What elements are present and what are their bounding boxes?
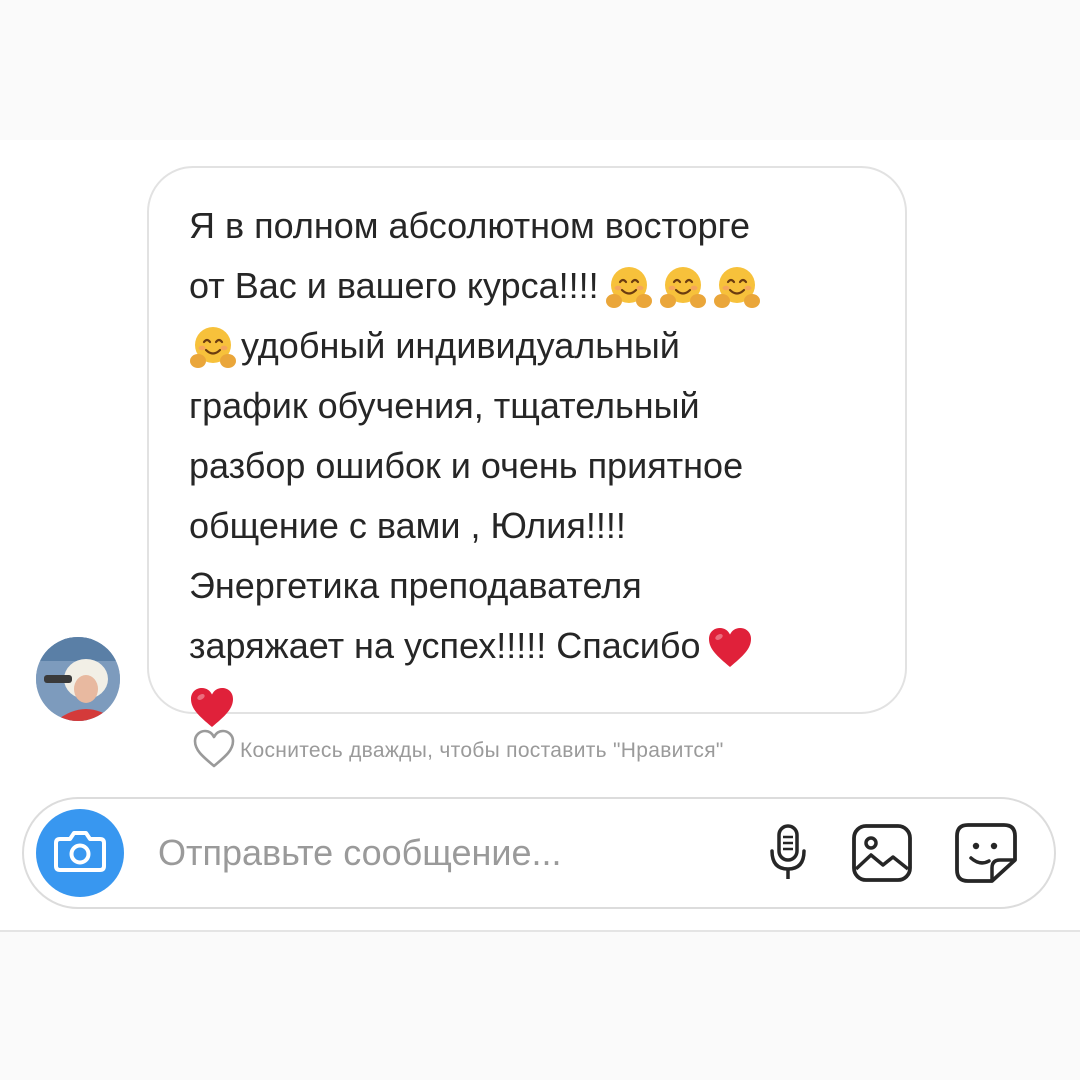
message-line: общение с вами , Юлия!!!! bbox=[189, 496, 873, 556]
message-bubble[interactable]: Я в полном абсолютном восторге от Вас и в… bbox=[147, 166, 907, 728]
message-text: удобный индивидуальный bbox=[241, 325, 680, 366]
heart-outline-icon bbox=[192, 729, 236, 774]
message-input[interactable] bbox=[158, 823, 718, 883]
hugging-face-emoji-icon bbox=[659, 265, 707, 311]
camera-button[interactable] bbox=[36, 809, 124, 897]
avatar-image bbox=[36, 637, 120, 721]
sender-avatar[interactable] bbox=[36, 637, 120, 721]
message-line: заряжает на успех!!!!! Спасибо bbox=[189, 616, 873, 676]
hugging-face-emoji-icon bbox=[605, 265, 653, 311]
gallery-icon bbox=[851, 823, 913, 888]
gallery-button[interactable] bbox=[848, 821, 916, 889]
message-line: удобный индивидуальный bbox=[189, 316, 873, 376]
message-text: от Вас и вашего курса!!!! bbox=[189, 265, 599, 306]
red-heart-emoji-icon bbox=[189, 687, 235, 729]
message-text: заряжает на успех!!!!! Спасибо bbox=[189, 625, 701, 666]
message-line: разбор ошибок и очень приятное bbox=[189, 436, 873, 496]
voice-message-button[interactable] bbox=[754, 821, 822, 889]
message-text: график обучения, тщательный bbox=[189, 385, 700, 426]
double-tap-like-hint[interactable]: Коснитесь дважды, чтобы поставить "Нрави… bbox=[192, 729, 724, 774]
message-text: разбор ошибок и очень приятное bbox=[189, 445, 744, 486]
message-line bbox=[189, 676, 873, 736]
message-line: график обучения, тщательный bbox=[189, 376, 873, 436]
red-heart-emoji-icon bbox=[707, 627, 753, 669]
hugging-face-emoji-icon bbox=[713, 265, 761, 311]
sticker-button[interactable] bbox=[952, 821, 1020, 889]
sticker-icon bbox=[954, 822, 1018, 889]
message-line: Я в полном абсолютном восторге bbox=[189, 196, 873, 256]
message-text: Энергетика преподавателя bbox=[189, 565, 642, 606]
message-line: от Вас и вашего курса!!!! bbox=[189, 256, 873, 316]
message-line: Энергетика преподавателя bbox=[189, 556, 873, 616]
hugging-face-emoji-icon bbox=[189, 325, 237, 371]
message-composer bbox=[22, 797, 1056, 909]
divider bbox=[0, 930, 1080, 932]
microphone-icon bbox=[768, 823, 808, 888]
message-text: общение с вами , Юлия!!!! bbox=[189, 505, 626, 546]
message-text: Я в полном абсолютном восторге bbox=[189, 205, 750, 246]
camera-icon bbox=[54, 830, 106, 877]
like-hint-text: Коснитесь дважды, чтобы поставить "Нрави… bbox=[240, 739, 724, 762]
